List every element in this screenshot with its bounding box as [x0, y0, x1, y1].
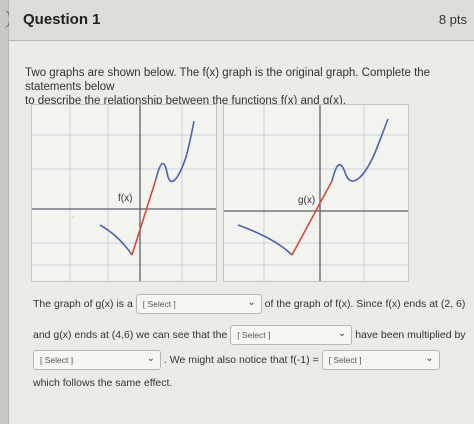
graph-gx-label: g(x) [298, 195, 315, 206]
graph-gx-svg: g(x) [224, 105, 408, 281]
question-card: Question 1 8 pts Two graphs are shown be… [8, 0, 474, 424]
statement-line-1: The graph of g(x) is a [ Select ] ⌄ of t… [33, 294, 465, 314]
dropdown-value: [ Select ] [328, 355, 362, 365]
statement-text-3: and g(x) ends at (4,6) we can see that t… [33, 329, 228, 341]
graph-fx-svg: f(x) · [32, 105, 216, 281]
question-header: Question 1 8 pts [9, 0, 474, 41]
question-points: 8 pts [438, 12, 467, 27]
question-prompt: Two graphs are shown below. The f(x) gra… [25, 66, 465, 108]
graph-fx-label: f(x) [118, 193, 132, 204]
dropdown-value: [ Select ] [40, 355, 74, 365]
graph-gx: g(x) [223, 104, 409, 282]
graph-fx: f(x) · [31, 104, 217, 282]
statement-line-4: which follows the same effect. [33, 377, 172, 389]
dropdown-value: [ Select ] [237, 330, 271, 340]
dropdown-value: [ Select ] [142, 299, 176, 309]
dropdown-factor[interactable]: [ Select ] ⌄ [33, 350, 161, 370]
dropdown-transformation-type[interactable]: [ Select ] ⌄ [135, 294, 262, 314]
statement-text-2: of the graph of f(x). Since f(x) ends at… [264, 298, 466, 310]
statement-text-5: . We might also notice that f(-1) = [163, 354, 319, 366]
statement-line-2: and g(x) ends at (4,6) we can see that t… [33, 325, 466, 345]
statement-text-1: The graph of g(x) is a [33, 298, 133, 310]
dropdown-f-value[interactable]: [ Select ] ⌄ [321, 350, 440, 370]
svg-text:·: · [72, 214, 74, 221]
statement-text-6: which follows the same effect. [33, 377, 173, 390]
prompt-line-1: Two graphs are shown below. The f(x) gra… [25, 67, 431, 93]
chevron-down-icon: ⌄ [425, 353, 434, 364]
chevron-down-icon: ⌄ [337, 328, 347, 339]
chevron-down-icon: ⌄ [247, 297, 256, 308]
statement-line-3: [ Select ] ⌄ . We might also notice that… [33, 350, 440, 370]
statement-text-4: have been multiplied by [355, 329, 466, 341]
question-title: Question 1 [23, 11, 101, 28]
chevron-down-icon: ⌄ [146, 353, 155, 364]
dropdown-coordinates[interactable]: [ Select ] ⌄ [230, 325, 353, 345]
